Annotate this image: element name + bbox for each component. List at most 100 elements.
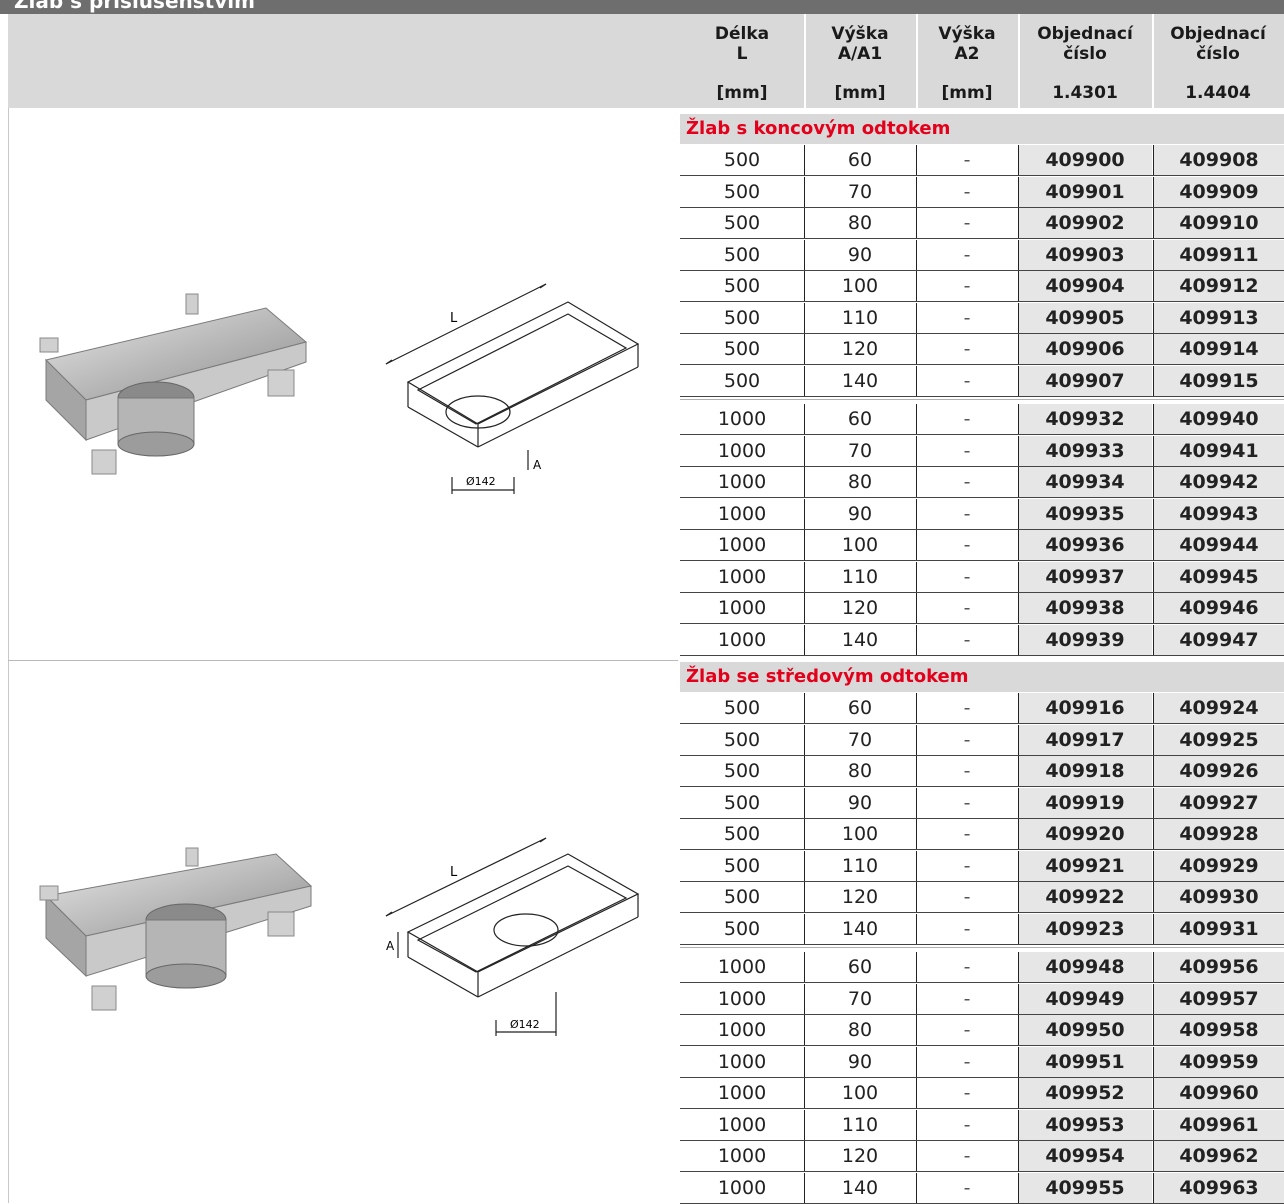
height-a-cell: 80 bbox=[847, 760, 873, 782]
order-number-2-cell: 409914 bbox=[1154, 334, 1284, 364]
column-divider bbox=[1018, 334, 1019, 364]
order-number-1-cell: 409904 bbox=[1018, 271, 1152, 301]
height-a-cell: 70 bbox=[847, 180, 873, 203]
length-cell: 1000 bbox=[717, 408, 767, 430]
height-a-cell: 80 bbox=[847, 471, 873, 493]
table-row: 500 80 - 409918 409926 bbox=[680, 756, 1284, 786]
length-cell: 500 bbox=[723, 369, 761, 392]
table-row: 500 140 - 409907 409915 bbox=[680, 365, 1284, 396]
length-cell: 500 bbox=[723, 338, 761, 360]
section-title-center-outlet: Žlab se středovým odtokem bbox=[680, 662, 1284, 692]
column-divider bbox=[1153, 952, 1154, 982]
column-divider bbox=[804, 983, 805, 1014]
order-number-2-cell: 409944 bbox=[1154, 530, 1284, 560]
top-bar-title: Žlab s příslušenstvím bbox=[14, 0, 255, 13]
height-a2-cell: - bbox=[963, 243, 971, 266]
table-row: 1000 80 - 409934 409942 bbox=[680, 467, 1284, 497]
order-number-1-cell: 409907 bbox=[1018, 365, 1152, 396]
order-number-1-cell: 409936 bbox=[1018, 530, 1152, 560]
length-cell: 1000 bbox=[717, 956, 767, 978]
table-row: 500 70 - 409901 409909 bbox=[680, 176, 1284, 207]
order-number-2-cell: 409941 bbox=[1154, 435, 1284, 466]
table-row: 1000 70 - 409949 409957 bbox=[680, 983, 1284, 1014]
height-a2-cell: - bbox=[963, 275, 971, 297]
column-divider bbox=[1153, 334, 1154, 364]
order-number-1-cell: 409916 bbox=[1018, 693, 1152, 723]
height-a-cell: 60 bbox=[847, 956, 873, 978]
column-divider bbox=[916, 1078, 917, 1108]
column-divider bbox=[916, 983, 917, 1014]
row-divider bbox=[680, 654, 1284, 656]
column-divider bbox=[1018, 624, 1019, 655]
table-row: 1000 140 - 409939 409947 bbox=[680, 624, 1284, 655]
column-divider bbox=[1018, 435, 1019, 466]
column-divider bbox=[804, 624, 805, 655]
column-divider bbox=[804, 1172, 805, 1203]
length-cell: 500 bbox=[723, 886, 761, 908]
column-divider bbox=[1153, 271, 1154, 301]
table-row: 500 100 - 409920 409928 bbox=[680, 819, 1284, 849]
order-number-1-cell: 409902 bbox=[1018, 208, 1152, 238]
column-divider bbox=[1018, 1015, 1019, 1045]
order-number-1-cell: 409933 bbox=[1018, 435, 1152, 466]
order-number-2-cell: 409946 bbox=[1154, 593, 1284, 623]
column-divider bbox=[804, 365, 805, 396]
height-a-cell: 90 bbox=[847, 243, 873, 266]
column-divider bbox=[804, 819, 805, 849]
length-cell: 1000 bbox=[717, 1113, 767, 1136]
column-divider bbox=[916, 176, 917, 207]
height-a-cell: 70 bbox=[847, 439, 873, 462]
table-row: 500 110 - 409905 409913 bbox=[680, 302, 1284, 333]
column-divider bbox=[916, 404, 917, 434]
column-divider bbox=[1153, 467, 1154, 497]
column-divider bbox=[1153, 145, 1154, 175]
column-divider bbox=[1018, 1078, 1019, 1108]
order-number-2-cell: 409947 bbox=[1154, 624, 1284, 655]
order-number-2-cell: 409962 bbox=[1154, 1141, 1284, 1171]
column-divider bbox=[916, 530, 917, 560]
order-number-2-cell: 409909 bbox=[1154, 176, 1284, 207]
group-separator bbox=[680, 399, 1284, 400]
column-divider bbox=[1018, 498, 1019, 529]
product-photo-center-outlet bbox=[39, 847, 313, 1011]
height-a2-cell: - bbox=[963, 1113, 971, 1136]
col-unit-height-a: [mm] bbox=[834, 83, 886, 103]
table-row: 500 110 - 409921 409929 bbox=[680, 850, 1284, 881]
height-a2-cell: - bbox=[963, 534, 971, 556]
height-a-cell: 120 bbox=[841, 886, 879, 908]
height-a-cell: 140 bbox=[841, 917, 879, 940]
column-divider bbox=[804, 882, 805, 912]
column-divider bbox=[1153, 1172, 1154, 1203]
column-divider bbox=[804, 302, 805, 333]
height-a-cell: 110 bbox=[841, 854, 879, 877]
column-divider bbox=[916, 435, 917, 466]
height-a-cell: 110 bbox=[841, 1113, 879, 1136]
length-cell: 1000 bbox=[717, 597, 767, 619]
order-number-2-cell: 409927 bbox=[1154, 787, 1284, 818]
column-divider bbox=[804, 850, 805, 881]
dimension-label-diameter: Ø142 bbox=[466, 475, 496, 488]
column-divider bbox=[1018, 724, 1019, 755]
column-divider bbox=[916, 239, 917, 270]
height-a2-cell: - bbox=[963, 306, 971, 329]
column-divider bbox=[916, 952, 917, 982]
height-a2-cell: - bbox=[963, 439, 971, 462]
column-divider bbox=[916, 624, 917, 655]
table-row: 500 60 - 409916 409924 bbox=[680, 693, 1284, 723]
top-bar: Žlab s příslušenstvím bbox=[0, 0, 1284, 14]
column-divider bbox=[1153, 302, 1154, 333]
column-divider bbox=[916, 756, 917, 786]
col-unit-height-a2: [mm] bbox=[941, 83, 993, 103]
column-divider bbox=[916, 145, 917, 175]
order-number-2-cell: 409959 bbox=[1154, 1046, 1284, 1077]
table-row: 500 120 - 409922 409930 bbox=[680, 882, 1284, 912]
column-divider bbox=[916, 850, 917, 881]
height-a2-cell: - bbox=[963, 917, 971, 940]
table-row: 1000 60 - 409932 409940 bbox=[680, 404, 1284, 434]
column-divider bbox=[1018, 913, 1019, 944]
dimension-label-length: L bbox=[450, 865, 458, 880]
height-a-cell: 90 bbox=[847, 1050, 873, 1073]
order-number-1-cell: 409921 bbox=[1018, 850, 1152, 881]
height-a2-cell: - bbox=[963, 338, 971, 360]
length-cell: 500 bbox=[723, 760, 761, 782]
